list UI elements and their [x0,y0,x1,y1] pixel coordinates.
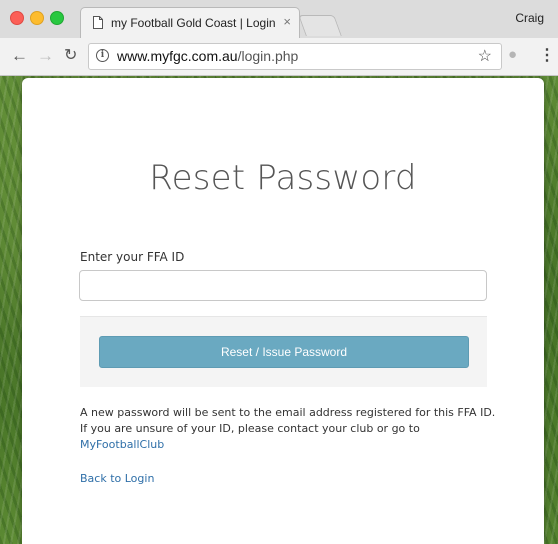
page-title: Reset Password [149,158,417,198]
page-background: Reset Password Enter your FFA ID Reset /… [0,76,558,544]
ffa-id-label: Enter your FFA ID [80,250,185,264]
arrow-right-icon[interactable]: → [37,46,54,66]
extension-icon[interactable]: ● [508,46,517,63]
arrow-left-icon[interactable]: ← [11,46,28,66]
new-tab-button[interactable] [298,15,342,36]
tab-title: my Football Gold Coast | Login [111,16,276,30]
info-message: A new password will be sent to the email… [80,405,510,453]
back-to-login-link[interactable]: Back to Login [80,472,154,485]
close-window-button[interactable] [10,11,24,25]
maximize-window-button[interactable] [50,11,64,25]
document-icon [93,16,103,29]
reset-password-button[interactable]: Reset / Issue Password [99,336,469,368]
menu-dots-icon[interactable]: ⋮ [539,45,555,65]
reload-icon[interactable]: ↻ [64,46,77,66]
minimize-window-button[interactable] [30,11,44,25]
ffa-id-input[interactable] [79,270,487,301]
address-bar[interactable]: i www.myfgc.com.au/login.php ☆ [88,43,502,70]
reset-password-card: Reset Password Enter your FFA ID Reset /… [22,78,544,544]
star-icon[interactable]: ☆ [478,46,492,66]
info-icon[interactable]: i [96,49,109,62]
url-text[interactable]: www.myfgc.com.au/login.php [117,48,298,64]
profile-name[interactable]: Craig [515,11,544,25]
info-line: A new password will be sent to the email… [80,406,496,419]
info-line: If you are unsure of your ID, please con… [80,422,420,435]
browser-toolbar: ← → ↻ i www.myfgc.com.au/login.php ☆ [0,38,558,76]
myfootballclub-link[interactable]: MyFootballClub [80,437,510,453]
browser-tab[interactable]: my Football Gold Coast | Login × [80,7,300,39]
browser-tab-bar: my Football Gold Coast | Login × Craig [0,0,558,39]
button-panel: Reset / Issue Password [80,316,487,387]
tab-close-icon[interactable]: × [283,14,291,29]
